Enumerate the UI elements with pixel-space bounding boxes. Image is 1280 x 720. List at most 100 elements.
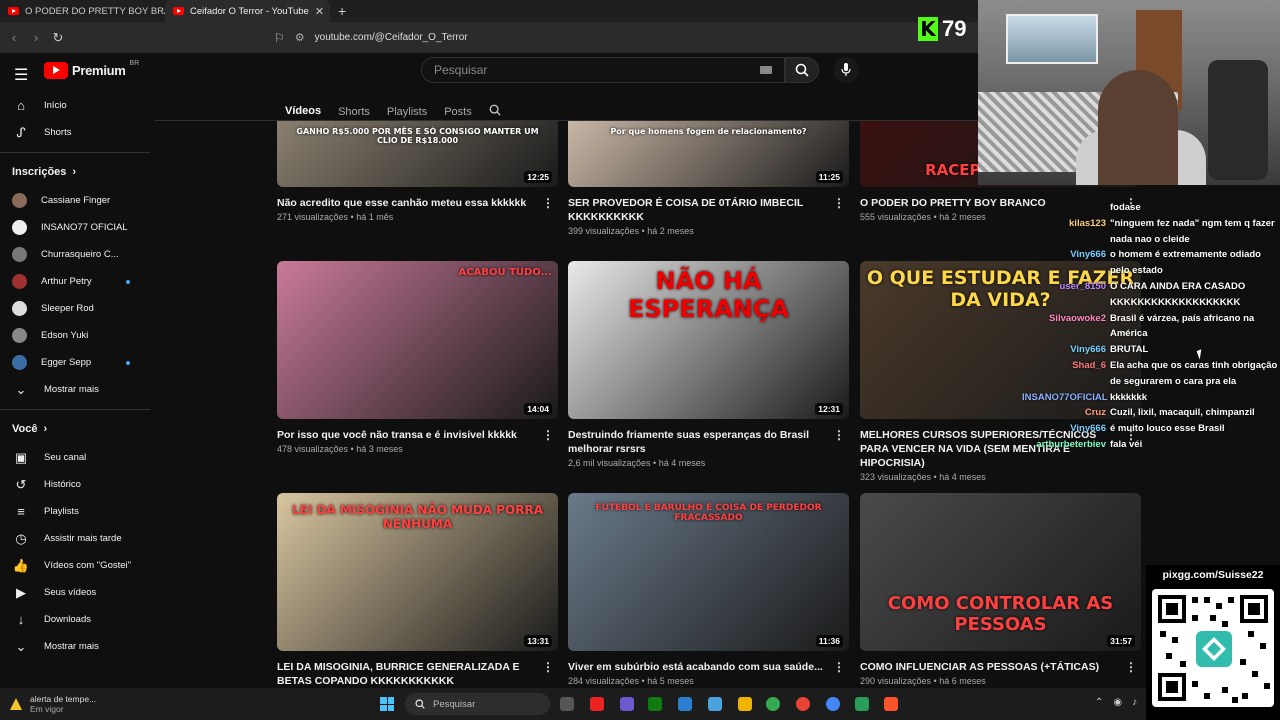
- video-title[interactable]: Viver em subúrbio está acabando com sua …: [568, 661, 823, 673]
- new-tab-icon[interactable]: +: [330, 0, 354, 22]
- video-title[interactable]: Não acredito que esse canhão meteu essa …: [277, 197, 526, 209]
- logo-region: BR: [129, 60, 140, 67]
- browser-tab[interactable]: O PODER DO PRETTY BOY BRANCO: [0, 0, 165, 22]
- show-more-button[interactable]: ⌄ Mostrar mais: [0, 376, 150, 403]
- video-card[interactable]: GANHO R$5.000 POR MÊS E SÓ CONSIGO MANTE…: [277, 121, 558, 222]
- file-explorer-icon[interactable]: [738, 697, 752, 711]
- video-title[interactable]: Por isso que você não transa e é invisív…: [277, 429, 517, 441]
- video-title[interactable]: SER PROVEDOR É COISA DE 0TÁRIO IMBECIL K…: [568, 197, 803, 223]
- chevron-up-icon[interactable]: ⌃: [1095, 697, 1103, 708]
- sidebar-you-item[interactable]: ≡ Playlists: [0, 498, 150, 525]
- search-placeholder: Pesquisar: [434, 63, 488, 77]
- show-more-button[interactable]: ⌄ Mostrar mais: [0, 633, 150, 660]
- more-options-icon[interactable]: ⋮: [833, 660, 845, 674]
- chat-overlay: fodase kilas123 "ninguem fez nada" ngm tem…: [1022, 200, 1278, 453]
- video-thumbnail[interactable]: Por que homens fogem de relacionamento? 1…: [568, 121, 849, 187]
- sidebar-you-item[interactable]: ↓ Downloads: [0, 606, 150, 633]
- sidebar-subscription-item[interactable]: Churrasqueiro C...: [0, 241, 150, 268]
- sidebar-subscription-item[interactable]: Cassiane Finger: [0, 187, 150, 214]
- search-input[interactable]: Pesquisar: [421, 57, 785, 83]
- video-thumbnail[interactable]: NÃO HÁ ESPERANÇA 12:31: [568, 261, 849, 419]
- more-options-icon[interactable]: ⋮: [542, 196, 554, 210]
- chat-message: Viny666 o homem é extremamente odiado pel…: [1022, 247, 1278, 279]
- browser-tab-active[interactable]: Ceifador O Terror - YouTube ✕: [165, 0, 330, 22]
- back-icon[interactable]: ‹: [8, 30, 20, 45]
- close-tab-icon[interactable]: ✕: [315, 5, 324, 18]
- video-title-row[interactable]: LEI DA MISOGINIA, BURRICE GENERALIZADA E…: [277, 660, 558, 688]
- vpn-app-icon[interactable]: [620, 697, 634, 711]
- url-field[interactable]: ⚐ ⚙ youtube.com/@Ceifador_O_Terror: [274, 26, 948, 50]
- reload-icon[interactable]: ↻: [52, 30, 64, 46]
- video-title-row[interactable]: Viver em subúrbio está acabando com sua …: [568, 660, 849, 674]
- search-button[interactable]: [785, 57, 819, 83]
- video-card[interactable]: FUTEBOL E BARULHO É COISA DE PERDEDOR FR…: [568, 493, 849, 686]
- sidebar-you-item[interactable]: ▶ Seus vídeos: [0, 579, 150, 606]
- voice-search-button[interactable]: [833, 57, 859, 83]
- more-options-icon[interactable]: ⋮: [1125, 660, 1137, 674]
- hamburger-menu-icon[interactable]: ☰: [14, 65, 28, 85]
- video-title-row[interactable]: Destruindo friamente suas esperanças do …: [568, 428, 849, 456]
- network-icon[interactable]: ◉: [1113, 697, 1122, 708]
- youtube-logo[interactable]: Premium BR: [44, 60, 140, 79]
- video-title-row[interactable]: COMO INFLUENCIAR AS PESSOAS (+TÁTICAS) ⋮: [860, 660, 1141, 674]
- xbox-app-icon[interactable]: [648, 697, 662, 711]
- chrome-profile-icon[interactable]: [796, 697, 810, 711]
- taskbar-search-input[interactable]: Pesquisar: [405, 693, 550, 715]
- sidebar-item-shorts[interactable]: ᔑ Shorts: [0, 119, 150, 146]
- video-thumbnail[interactable]: GANHO R$5.000 POR MÊS E SÓ CONSIGO MANTE…: [277, 121, 558, 187]
- section-title: Inscrições: [12, 166, 67, 178]
- chat-message: Viny666 BRUTAL: [1022, 342, 1278, 358]
- windows-start-icon[interactable]: [380, 697, 394, 711]
- video-title-row[interactable]: SER PROVEDOR É COISA DE 0TÁRIO IMBECIL K…: [568, 196, 849, 224]
- sidebar-item-home[interactable]: ⌂ Início: [0, 92, 150, 119]
- site-settings-icon[interactable]: ⚙: [295, 31, 305, 44]
- video-title[interactable]: O PODER DO PRETTY BOY BRANCO: [860, 197, 1046, 209]
- more-options-icon[interactable]: ⋮: [833, 196, 845, 210]
- video-title[interactable]: Destruindo friamente suas esperanças do …: [568, 429, 809, 455]
- video-card[interactable]: ACABOU TUDO... 14:04 Por isso que você não…: [277, 261, 558, 454]
- video-card[interactable]: LEI DA MISOGINIA NÃO MUDA PORRA NENHUMA 1…: [277, 493, 558, 688]
- more-options-icon[interactable]: ⋮: [542, 660, 554, 674]
- more-options-icon[interactable]: ⋮: [542, 428, 554, 442]
- video-thumbnail[interactable]: COMO CONTROLAR AS PESSOAS 31:57: [860, 493, 1141, 651]
- sidebar-you-item[interactable]: ↺ Histórico: [0, 471, 150, 498]
- video-thumbnail[interactable]: ACABOU TUDO... 14:04: [277, 261, 558, 419]
- video-title-row[interactable]: Não acredito que esse canhão meteu essa …: [277, 196, 558, 210]
- video-title[interactable]: LEI DA MISOGINIA, BURRICE GENERALIZADA E…: [277, 661, 519, 687]
- sidebar-subscription-item[interactable]: INSANO77 OFICIAL: [0, 214, 150, 241]
- video-card[interactable]: Por que homens fogem de relacionamento? 1…: [568, 121, 849, 236]
- forward-icon[interactable]: ›: [30, 30, 42, 45]
- chrome-profile-2-icon[interactable]: [826, 697, 840, 711]
- more-options-icon[interactable]: ⋮: [833, 428, 845, 442]
- calculator-app-icon[interactable]: [708, 697, 722, 711]
- you-header[interactable]: Você ›: [0, 414, 150, 444]
- sidebar-subscription-item[interactable]: Egger Sepp: [0, 349, 150, 376]
- video-thumbnail[interactable]: FUTEBOL E BARULHO É COISA DE PERDEDOR FR…: [568, 493, 849, 651]
- bookmark-icon[interactable]: ⚐: [274, 31, 285, 45]
- meta-separator: •: [639, 226, 648, 236]
- viewer-counter: K 79: [918, 16, 966, 42]
- obs-app-icon[interactable]: [855, 697, 869, 711]
- brave-browser-icon[interactable]: [884, 697, 898, 711]
- tab-title: O PODER DO PRETTY BOY BRANCO: [25, 5, 165, 17]
- video-title[interactable]: COMO INFLUENCIAR AS PESSOAS (+TÁTICAS): [860, 661, 1099, 673]
- notepad-app-icon[interactable]: [678, 697, 692, 711]
- sidebar-subscription-item[interactable]: Arthur Petry: [0, 268, 150, 295]
- chrome-icon[interactable]: [766, 697, 780, 711]
- video-title-row[interactable]: Por isso que você não transa e é invisív…: [277, 428, 558, 442]
- youtube-app-icon[interactable]: [590, 697, 604, 711]
- weather-alert-widget[interactable]: alerta de tempe... Em vigor: [0, 694, 96, 714]
- sidebar-you-item[interactable]: ◷ Assistir mais tarde: [0, 525, 150, 552]
- gaming-chair: [1208, 60, 1268, 180]
- video-card[interactable]: COMO CONTROLAR AS PESSOAS 31:57 COMO INFLU…: [860, 493, 1141, 686]
- task-view-icon[interactable]: [560, 697, 574, 711]
- volume-icon[interactable]: ♪: [1132, 697, 1137, 708]
- sidebar-you-item[interactable]: 👍 Vídeos com "Gostei": [0, 552, 150, 579]
- keyboard-icon[interactable]: [760, 66, 772, 74]
- sidebar-you-item[interactable]: ▣ Seu canal: [0, 444, 150, 471]
- sidebar-subscription-item[interactable]: Edson Yuki: [0, 322, 150, 349]
- video-thumbnail[interactable]: LEI DA MISOGINIA NÃO MUDA PORRA NENHUMA 1…: [277, 493, 558, 651]
- video-card[interactable]: NÃO HÁ ESPERANÇA 12:31 Destruindo friament…: [568, 261, 849, 468]
- sidebar-subscription-item[interactable]: Sleeper Rod: [0, 295, 150, 322]
- subscriptions-header[interactable]: Inscrições ›: [0, 157, 150, 187]
